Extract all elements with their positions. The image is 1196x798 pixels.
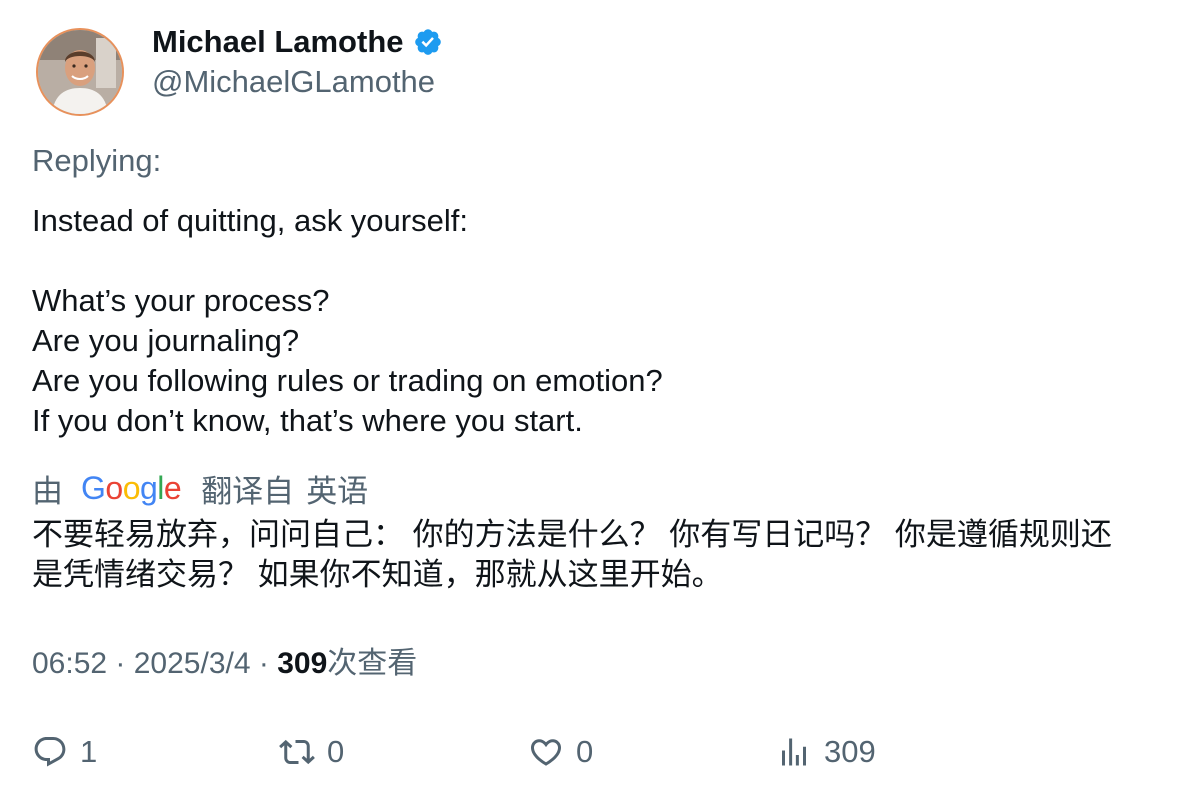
google-letter: g	[139, 469, 158, 506]
reply-count: 1	[80, 734, 98, 769]
google-letter: o	[105, 469, 123, 506]
translation-from-label: 翻译自	[201, 473, 295, 509]
tweet-line: Instead of quitting, ask yourself:	[32, 203, 468, 238]
translation-source-language: 英语	[306, 473, 369, 509]
author-display-name[interactable]: Michael Lamothe	[152, 24, 404, 60]
google-letter: e	[163, 469, 182, 506]
views-label: 次查看	[327, 647, 418, 680]
google-letter: l	[157, 469, 164, 506]
like-count: 0	[576, 734, 594, 769]
translated-text: 不要轻易放弃，问问自己： 你的方法是什么？ 你有写日记吗？ 你是遵循规则还 是凭…	[32, 515, 1172, 595]
reply-icon	[34, 737, 66, 767]
translated-line: 不要轻易放弃，问问自己： 你的方法是什么？ 你有写日记吗？ 你是遵循规则还	[32, 517, 1112, 552]
tweet-line: Are you journaling?	[32, 323, 300, 358]
tweet-line: Are you following rules or trading on em…	[32, 363, 663, 398]
translated-line: 是凭情绪交易？ 如果你不知道，那就从这里开始。	[32, 557, 723, 592]
tweet-time[interactable]: 06:52	[32, 647, 107, 680]
author-handle[interactable]: @MichaelGLamothe	[152, 62, 435, 102]
avatar-photo	[38, 30, 122, 114]
tweet-line: What’s your process?	[32, 283, 330, 318]
translation-attribution[interactable]: 由 G o o g l e 翻译自 英语	[32, 467, 368, 509]
author-name-row: Michael Lamothe	[152, 22, 443, 62]
tweet-date[interactable]: 2025/3/4	[134, 647, 251, 680]
like-button[interactable]: 0	[528, 730, 593, 774]
action-bar: 1 0 0 309	[0, 730, 1196, 774]
translation-by-label: 由	[32, 473, 63, 509]
google-letter: o	[122, 469, 141, 506]
analytics-icon	[782, 738, 806, 766]
retweet-icon	[279, 739, 315, 765]
retweet-button[interactable]: 0	[279, 730, 344, 774]
google-letter: G	[81, 469, 106, 506]
reply-button[interactable]: 1	[32, 730, 97, 774]
avatar[interactable]	[36, 28, 124, 116]
replying-label: Replying:	[32, 143, 162, 178]
tweet-meta: 06:52 · 2025/3/4 · 309次查看	[32, 644, 417, 684]
views-action-count: 309	[824, 734, 876, 769]
views-button[interactable]: 309	[776, 730, 876, 774]
heart-icon	[530, 739, 562, 766]
google-logo: G o o g l e	[81, 469, 182, 507]
tweet-text: Instead of quitting, ask yourself: What’…	[32, 201, 1172, 441]
meta-separator: ·	[107, 647, 134, 680]
verified-badge-icon	[413, 27, 443, 57]
views-count: 309	[277, 647, 328, 680]
retweet-count: 0	[327, 734, 345, 769]
tweet-line: If you don’t know, that’s where you star…	[32, 403, 583, 438]
meta-separator: ·	[250, 647, 278, 680]
